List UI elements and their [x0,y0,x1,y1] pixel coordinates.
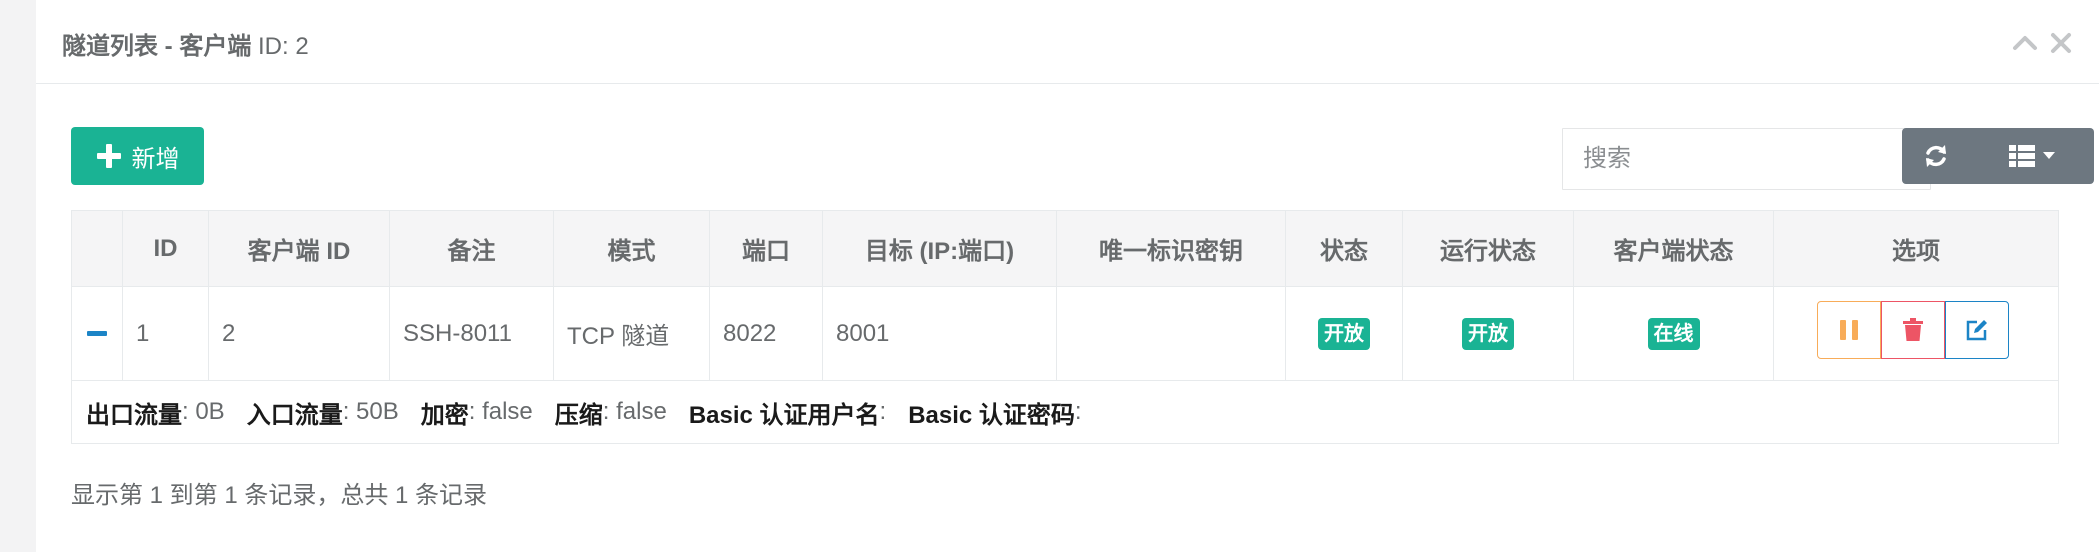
panel-title-prefix: 隧道列表 - 客户端 [62,33,252,60]
out-traffic-value: : 0B [182,398,225,425]
run-status-badge: 开放 [1462,317,1514,350]
header-remark[interactable]: 备注 [390,211,554,286]
pause-button[interactable] [1817,301,1881,359]
basic-user-value: : [879,398,887,425]
cell-run-status: 开放 [1403,287,1574,380]
left-background-strip [0,0,36,552]
cell-port: 8022 [710,287,823,380]
header-port[interactable]: 端口 [710,211,823,286]
caret-down-icon [2043,152,2055,159]
pause-icon [1840,320,1858,340]
refresh-button[interactable] [1902,128,1970,184]
header-mode[interactable]: 模式 [554,211,710,286]
crypt-label: 加密 [420,401,469,429]
crypt-value: : false [468,398,533,425]
add-button-label: 新增 [131,145,180,173]
trash-icon [1903,318,1923,341]
cell-remark: SSH-8011 [390,287,554,380]
header-run-status[interactable]: 运行状态 [1403,211,1574,286]
minus-icon [87,330,107,336]
toolbar-button-group [1902,128,2094,184]
row-detail-line: 出口流量: 0B 入口流量: 50B 加密: false 压缩: false B… [86,381,1082,443]
header-status[interactable]: 状态 [1286,211,1403,286]
cell-options [1774,287,2058,380]
cell-id: 1 [123,287,209,380]
collapse-button[interactable] [2011,26,2039,58]
cell-target: 8001 [823,287,1057,380]
cell-mode: TCP 隧道 [554,287,710,380]
plus-icon [96,144,121,168]
edit-button[interactable] [1945,301,2009,359]
row-detail: 出口流量: 0B 入口流量: 50B 加密: false 压缩: false B… [72,381,2058,443]
header-unique-key[interactable]: 唯一标识密钥 [1057,211,1286,286]
in-traffic-value: : 50B [342,398,399,425]
status-badge: 开放 [1318,317,1370,350]
pagination-info: 显示第 1 到第 1 条记录，总共 1 条记录 [71,482,488,509]
close-button[interactable] [2048,28,2074,58]
cell-client-status: 在线 [1574,287,1774,380]
compress-value: : false [602,398,667,425]
table-header-row: ID 客户端 ID 备注 模式 端口 目标 (IP:端口) 唯一标识密钥 状态 … [72,211,2058,287]
header-client-status[interactable]: 客户端状态 [1574,211,1774,286]
edit-icon [1966,320,1987,341]
panel-header: 隧道列表 - 客户端 ID: 2 [36,0,2099,84]
tunnel-table: ID 客户端 ID 备注 模式 端口 目标 (IP:端口) 唯一标识密钥 状态 … [71,210,2059,444]
panel-title: 隧道列表 - 客户端 ID: 2 [62,26,309,61]
cell-unique-key [1057,287,1286,380]
cell-status: 开放 [1286,287,1403,380]
add-button[interactable]: 新增 [71,127,204,185]
basic-pass-value: : [1074,398,1082,425]
refresh-icon [1926,145,1946,167]
cell-client-id: 2 [209,287,390,380]
header-client-id[interactable]: 客户端 ID [209,211,390,286]
row-collapse-toggle[interactable] [72,287,123,380]
header-expand [72,211,123,286]
basic-pass-label: Basic 认证密码 [908,401,1075,429]
search-input[interactable] [1562,128,1931,190]
in-traffic-label: 入口流量 [246,401,343,429]
header-id[interactable]: ID [123,211,209,286]
close-icon [2051,33,2071,53]
delete-button[interactable] [1881,301,1945,359]
columns-toggle-button[interactable] [1970,128,2094,184]
tunnel-list-panel: 隧道列表 - 客户端 ID: 2 新增 搜索 ID 客户端 ID 备注 模式 端… [36,0,2099,552]
columns-icon [2009,145,2035,167]
compress-label: 压缩 [554,401,603,429]
out-traffic-label: 出口流量 [86,401,182,429]
header-target[interactable]: 目标 (IP:端口) [823,211,1057,286]
panel-title-client-id: ID: 2 [251,33,309,60]
table-row: 1 2 SSH-8011 TCP 隧道 8022 8001 开放 开放 在线 [72,287,2058,381]
basic-user-label: Basic 认证用户名 [688,401,880,429]
client-status-badge: 在线 [1647,317,1700,350]
header-options: 选项 [1892,238,1940,265]
chevron-up-icon [2013,36,2037,50]
